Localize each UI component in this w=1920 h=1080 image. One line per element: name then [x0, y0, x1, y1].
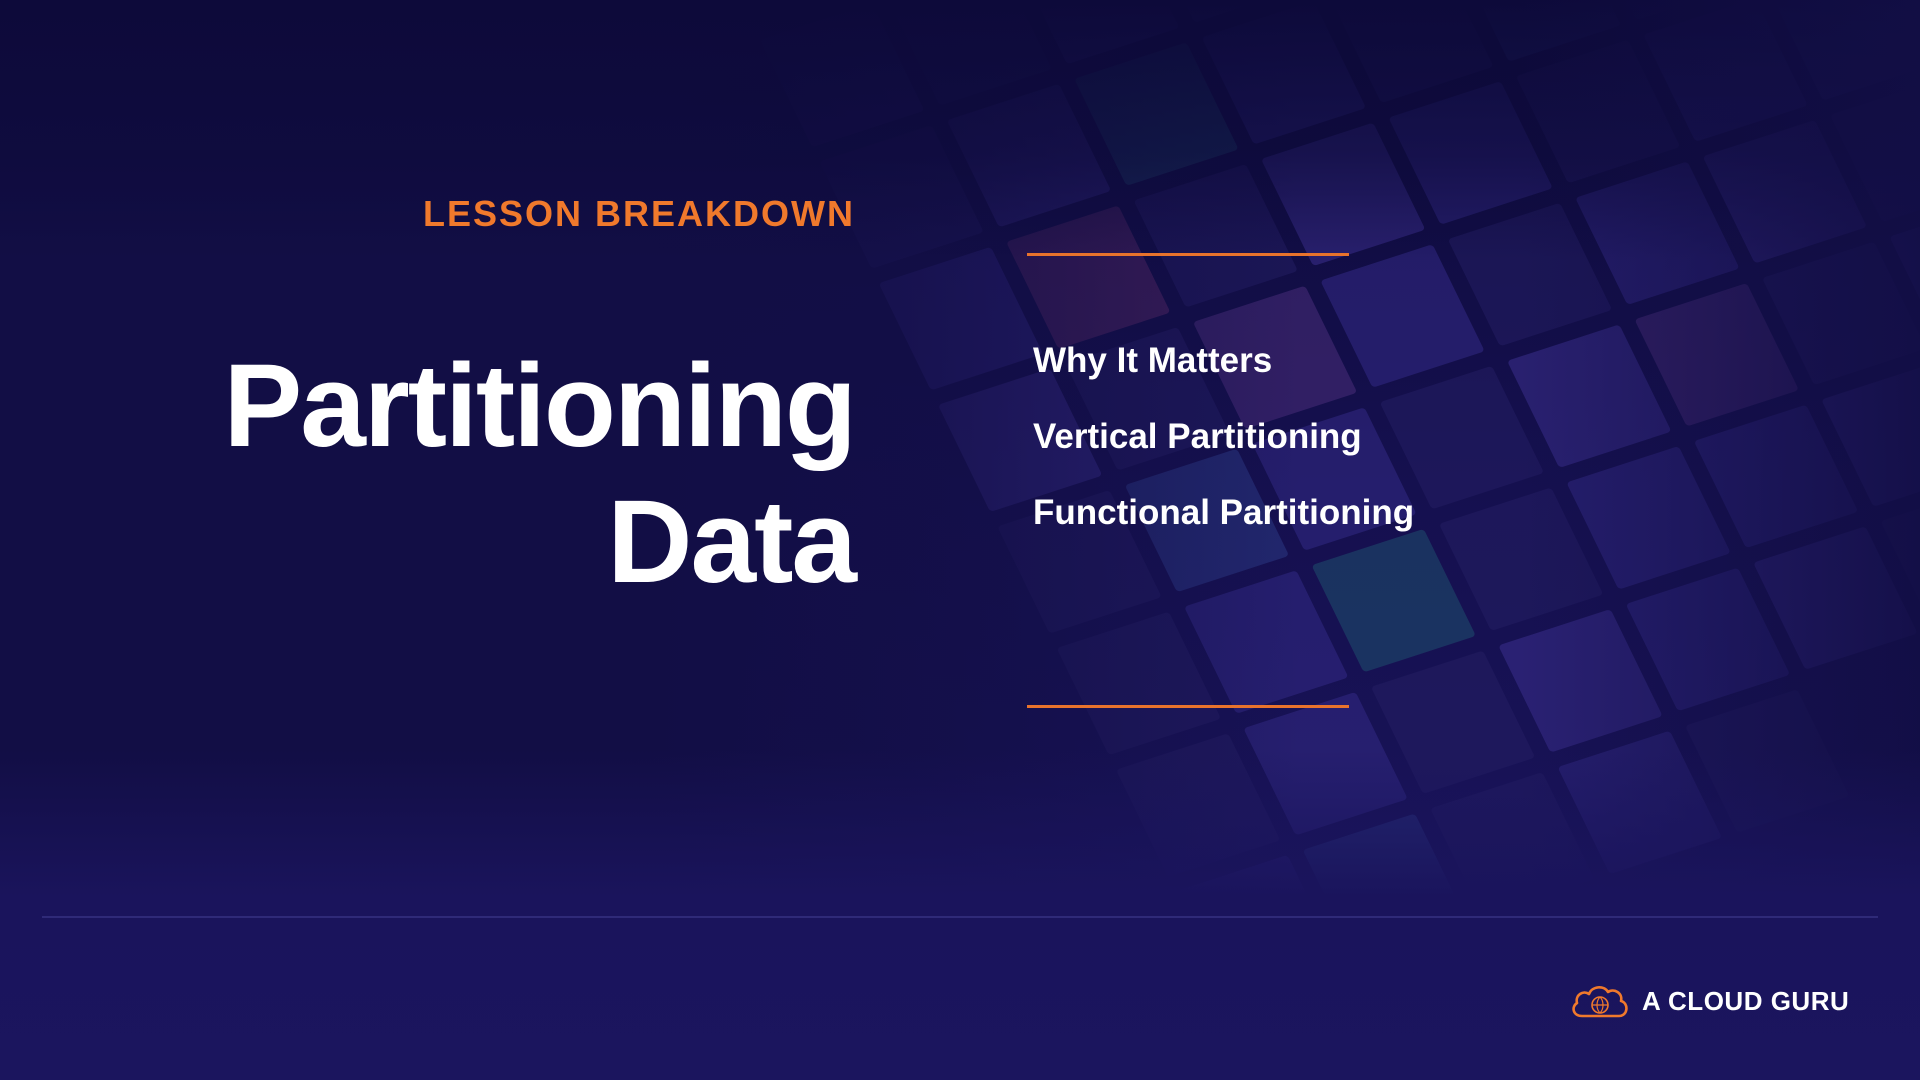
topic-divider-bottom [1027, 705, 1349, 708]
footer-divider [42, 916, 1878, 918]
topic-item: Functional Partitioning [1033, 493, 1415, 532]
brand-name: A CLOUD GURU [1642, 985, 1850, 1016]
brand-logo: A CLOUD GURU [1568, 978, 1849, 1024]
lesson-slide: LESSON BREAKDOWN Partitioning Data Why I… [0, 0, 1920, 1080]
topic-list: Why It Matters Vertical Partitioning Fun… [1033, 342, 1414, 570]
topic-divider-top [1027, 253, 1349, 256]
topic-item: Why It Matters [1033, 341, 1273, 380]
lesson-title-line: Data [607, 476, 857, 608]
lesson-title: Partitioning Data [150, 338, 857, 610]
topic-item: Vertical Partitioning [1033, 417, 1362, 456]
cloud-logo-icon [1568, 981, 1632, 1021]
lesson-title-line: Partitioning [223, 340, 857, 472]
background-fade-bottom [0, 750, 1920, 1080]
lesson-breakdown-label: LESSON BREAKDOWN [422, 193, 855, 234]
